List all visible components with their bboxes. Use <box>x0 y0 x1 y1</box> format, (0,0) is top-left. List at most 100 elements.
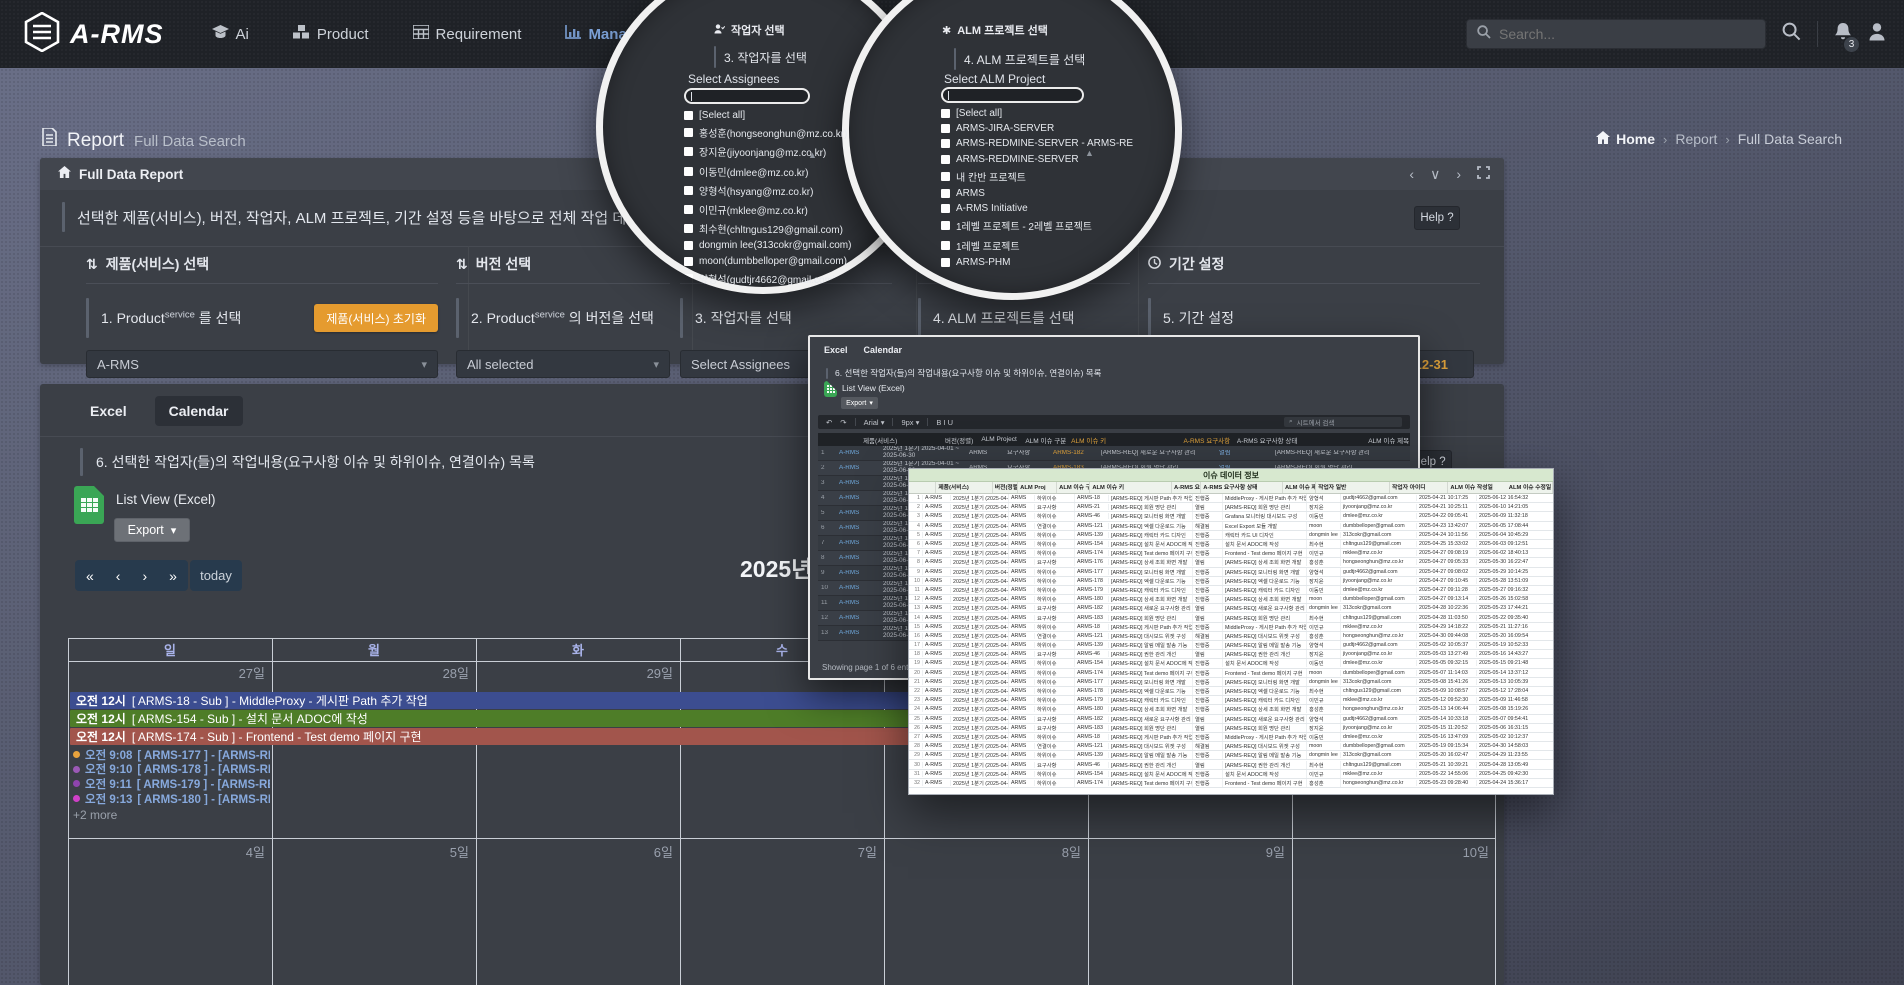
sheet-row[interactable]: 16A-RMS2025년 1분기 (2025-04-01 ~ 2025-06-3… <box>909 632 1553 641</box>
alm-dropdown-label[interactable]: Select ALM Project <box>944 72 1045 86</box>
assignee-filter-input[interactable] <box>684 88 810 104</box>
sheet-column-header[interactable]: ALM 이슈 작성일 <box>1448 482 1506 493</box>
alm-option[interactable]: 1레벨 프로젝트 <box>941 238 1133 253</box>
sheet-row[interactable]: 11A-RMS2025년 1분기 (2025-04-01 ~ 2025-06-3… <box>909 586 1553 595</box>
font-size-select[interactable]: 9px ▾ <box>901 418 919 427</box>
export-button[interactable]: Export▾ <box>841 397 878 409</box>
assignee-option[interactable]: 이동민(dmlee@mz.co.kr) <box>684 164 851 179</box>
checkbox-icon[interactable] <box>684 186 693 195</box>
checkbox-icon[interactable] <box>941 109 950 118</box>
checkbox-icon[interactable] <box>941 155 950 164</box>
product-reset-button[interactable]: 제품(서비스) 초기화 <box>314 304 438 332</box>
sheet-row[interactable]: 30A-RMS2025년 1분기 (2025-04-01 ~ 2025-06-3… <box>909 760 1553 769</box>
sheet-row[interactable]: 29A-RMS2025년 1분기 (2025-04-01 ~ 2025-06-3… <box>909 751 1553 760</box>
alm-filter-input[interactable] <box>941 87 1084 103</box>
day-number[interactable]: 9일 <box>1088 842 1292 861</box>
prev-button[interactable]: ‹ <box>105 568 132 584</box>
sheet-column-header[interactable]: A-RMS 요구사항 상태 <box>1201 482 1283 493</box>
sheet-column-header[interactable]: ALM Proj <box>1018 482 1057 493</box>
sheet-row[interactable]: 12A-RMS2025년 1분기 (2025-04-01 ~ 2025-06-3… <box>909 595 1553 604</box>
alm-option[interactable]: ARMS-REDMINE-SERVER <box>941 154 1133 165</box>
collapse-left-icon[interactable]: ‹ <box>1409 166 1414 182</box>
checkbox-icon[interactable] <box>684 274 693 283</box>
sheet-row[interactable]: 28A-RMS2025년 1분기 (2025-04-01 ~ 2025-06-3… <box>909 742 1553 751</box>
expand-icon[interactable] <box>1477 166 1490 182</box>
menu-item-requirement[interactable]: Requirement <box>413 25 522 43</box>
sheet-row[interactable]: 8A-RMS2025년 1분기 (2025-04-01 ~ 2025-06-30… <box>909 558 1553 567</box>
sheet-row[interactable]: 5A-RMS2025년 1분기 (2025-04-01 ~ 2025-06-30… <box>909 531 1553 540</box>
checkbox-icon[interactable] <box>941 258 950 267</box>
sheet-search-box[interactable]: ⌕ 시트에서 검색 <box>1284 417 1402 427</box>
sheet-column-header[interactable]: ALM 이슈 구분 <box>1057 482 1090 493</box>
day-number[interactable]: 6일 <box>476 842 680 861</box>
sheet-row[interactable]: 19A-RMS2025년 1분기 (2025-04-01 ~ 2025-06-3… <box>909 659 1553 668</box>
calendar-event-item[interactable]: 오전 9:13 [ ARMS-180 ] - [ARMS-REQ] 상세 <box>70 792 270 806</box>
alm-option[interactable]: ARMS-REDMINE-SERVER - ARMS-RE <box>941 138 1133 149</box>
alm-option[interactable]: 내 칸반 프로젝트 <box>941 169 1133 184</box>
checkbox-icon[interactable] <box>941 221 950 230</box>
sheet-row[interactable]: 1A-RMS2025년 1분기 (2025-04-01 ~ 2025-06-30… <box>909 494 1553 503</box>
chevron-down-icon[interactable]: ∨ <box>1430 166 1440 183</box>
assignee-option[interactable]: [Select all] <box>684 110 851 121</box>
sheet-row[interactable]: 3A-RMS2025년 1분기 (2025-04-01 ~ 2025-06-30… <box>909 512 1553 521</box>
column-header[interactable]: ALM 이슈 구분 <box>1022 435 1068 445</box>
calendar-event-item[interactable]: 오전 9:08 [ ARMS-177 ] - [ARMS-REQ] 모니 <box>70 748 270 762</box>
search-submit-icon[interactable] <box>1782 22 1801 46</box>
column-header[interactable]: ALM 이슈 키 <box>1068 435 1180 445</box>
assignee-option[interactable]: 장지윤(jiyoonjang@mz.co.kr) <box>684 144 851 159</box>
sheet-row[interactable]: 18A-RMS2025년 1분기 (2025-04-01 ~ 2025-06-3… <box>909 650 1553 659</box>
checkbox-icon[interactable] <box>684 147 693 156</box>
sheet-column-header[interactable]: ALM 이슈 수정일 <box>1507 482 1553 493</box>
alm-option[interactable]: 1레벨 프로젝트 - 2레벨 프로젝트 <box>941 218 1133 233</box>
assignee-option[interactable]: 양형석(hsyang@mz.co.kr) <box>684 183 851 198</box>
sheet-column-header[interactable] <box>909 482 936 493</box>
day-number[interactable]: 10일 <box>1292 842 1496 861</box>
checkbox-icon[interactable] <box>684 167 693 176</box>
preview-tab-excel[interactable]: Excel <box>824 345 848 355</box>
sheet-row[interactable]: 25A-RMS2025년 1분기 (2025-04-01 ~ 2025-06-3… <box>909 715 1553 724</box>
sheet-row[interactable]: 21A-RMS2025년 1분기 (2025-04-01 ~ 2025-06-3… <box>909 678 1553 687</box>
calendar-event-item[interactable]: 오전 9:10 [ ARMS-178 ] - [ARMS-REQ] 엑셀 <box>70 763 270 777</box>
assignee-option[interactable]: 홍성훈(hongseonghun@mz.co.kr) <box>684 125 851 140</box>
sheet-column-header[interactable]: 버전(정렬) <box>993 482 1018 493</box>
checkbox-icon[interactable] <box>684 111 693 120</box>
alm-option[interactable]: ARMS <box>941 188 1133 199</box>
checkbox-icon[interactable] <box>941 124 950 133</box>
alm-option[interactable]: [Select all] <box>941 108 1133 119</box>
app-logo[interactable]: A-RMS <box>24 12 164 57</box>
checkbox-icon[interactable] <box>941 204 950 213</box>
more-events-link[interactable]: +2 more <box>73 808 117 822</box>
sheet-row[interactable]: 26A-RMS2025년 1분기 (2025-04-01 ~ 2025-06-3… <box>909 724 1553 733</box>
checkbox-icon[interactable] <box>684 257 693 266</box>
alm-option[interactable]: ARMS-JIRA-SERVER <box>941 123 1133 134</box>
version-select[interactable]: All selected ▾ <box>456 350 670 378</box>
assignee-option[interactable]: dongmin lee(313cokr@gmail.com) <box>684 240 851 251</box>
sheet-column-header[interactable]: 작업자 아이디 <box>1390 482 1448 493</box>
notifications-button[interactable]: 3 <box>1834 22 1852 46</box>
alm-option[interactable]: A-RMS Initiative <box>941 203 1133 214</box>
sheet-row[interactable]: 22A-RMS2025년 1분기 (2025-04-01 ~ 2025-06-3… <box>909 687 1553 696</box>
checkbox-icon[interactable] <box>684 128 693 137</box>
sheet-row[interactable]: 32A-RMS2025년 1분기 (2025-04-01 ~ 2025-06-3… <box>909 779 1553 788</box>
checkbox-icon[interactable] <box>941 241 950 250</box>
sheet-column-header[interactable]: 제품(서비스) <box>936 482 992 493</box>
breadcrumb-home[interactable]: Home <box>1596 131 1655 147</box>
day-number[interactable]: 8일 <box>884 842 1088 861</box>
help-button[interactable]: Help ? <box>1414 206 1460 230</box>
search-input[interactable] <box>1499 26 1755 42</box>
sheet-column-header[interactable]: 작업자 일반 <box>1316 482 1390 493</box>
column-header[interactable]: A-RMS 요구사항 <box>1180 435 1233 445</box>
font-family-select[interactable]: Arial ▾ <box>864 418 885 427</box>
sheet-row[interactable]: 13A-RMS2025년 1분기 (2025-04-01 ~ 2025-06-3… <box>909 604 1553 613</box>
sheet-row[interactable]: 9A-RMS2025년 1분기 (2025-04-01 ~ 2025-06-30… <box>909 568 1553 577</box>
menu-item-product[interactable]: Product <box>293 25 369 43</box>
preview-tab-calendar[interactable]: Calendar <box>864 345 903 355</box>
assignee-option[interactable]: 양형석(gudtjr4662@gmail.com) <box>684 271 851 286</box>
redo-icon[interactable]: ↷ <box>840 418 846 427</box>
day-number[interactable]: 4일 <box>68 842 272 861</box>
collapse-right-icon[interactable]: › <box>1456 166 1461 182</box>
sheet-row[interactable]: 15A-RMS2025년 1분기 (2025-04-01 ~ 2025-06-3… <box>909 623 1553 632</box>
sheet-row[interactable]: 6A-RMS2025년 1분기 (2025-04-01 ~ 2025-06-30… <box>909 540 1553 549</box>
scroll-up-icon[interactable]: ▲ <box>1085 148 1094 158</box>
undo-icon[interactable]: ↶ <box>826 418 832 427</box>
